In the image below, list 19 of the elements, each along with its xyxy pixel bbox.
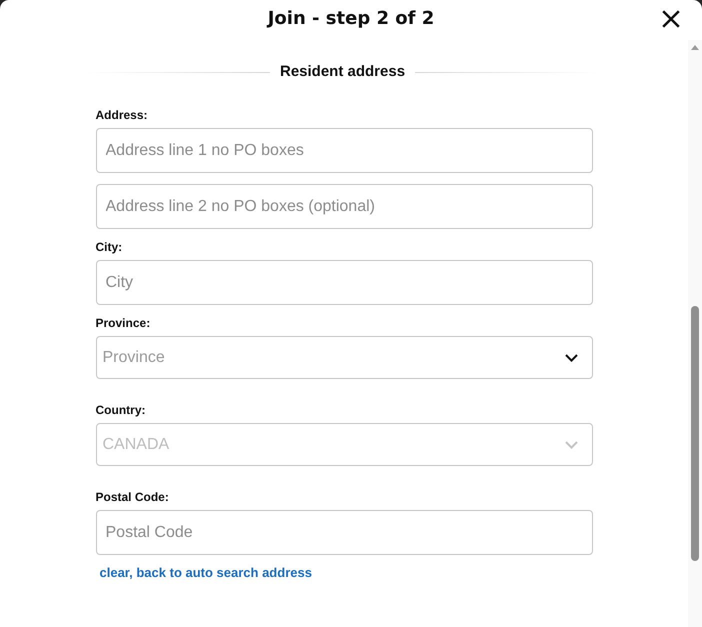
scrollbar-thumb[interactable] — [691, 306, 699, 561]
close-button[interactable] — [662, 10, 680, 28]
field-label: Country: — [96, 403, 146, 417]
dialog-title: Join - step 2 of 2 — [268, 8, 434, 30]
field-label: City: — [96, 240, 122, 254]
clear-address-link[interactable]: clear, back to auto search address — [100, 564, 312, 581]
input-field[interactable]: Address line 2 no PO boxes (optional) — [96, 184, 592, 229]
dropdown[interactable]: Province — [96, 336, 592, 379]
section-title: Resident address — [280, 63, 406, 81]
input-field[interactable]: Postal Code — [96, 510, 592, 555]
field-label: Postal Code: — [96, 490, 169, 504]
chevron-down-icon — [564, 440, 578, 448]
close-icon — [662, 10, 680, 28]
scroll-up-arrow-icon[interactable] — [691, 45, 699, 50]
input-field[interactable]: Address line 1 no PO boxes — [96, 128, 592, 173]
field-label: Province: — [96, 316, 150, 330]
chevron-down-icon — [564, 354, 578, 362]
field-label: Address: — [96, 108, 148, 122]
input-field[interactable]: City — [96, 260, 592, 305]
